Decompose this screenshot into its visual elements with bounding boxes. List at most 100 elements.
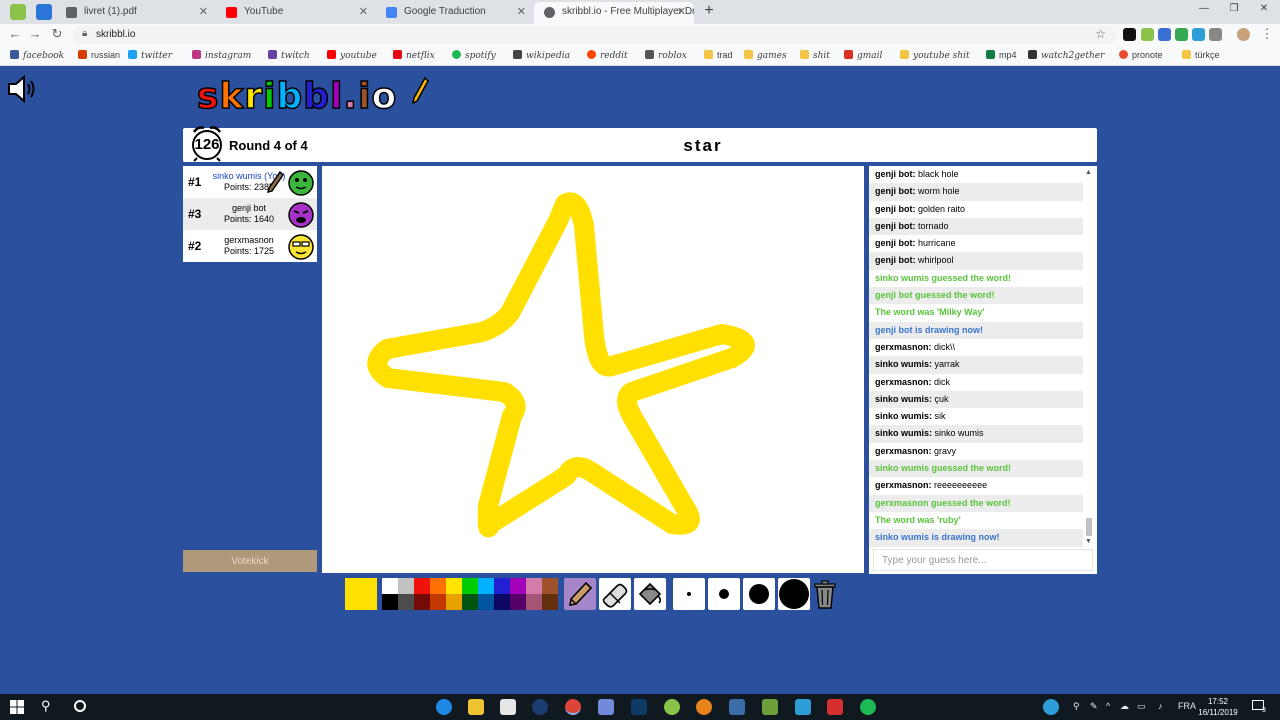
browser-tab[interactable]: YouTube ✕ — [216, 2, 376, 24]
color-swatch[interactable] — [478, 578, 494, 594]
bookmark-twitch[interactable]: twitch — [268, 50, 310, 61]
tray-chevron-icon[interactable]: ^ — [1106, 701, 1110, 711]
brush-size-medium[interactable] — [708, 578, 740, 610]
tray-cloud-icon[interactable]: ☁ — [1120, 701, 1129, 712]
chrome-icon[interactable] — [565, 699, 581, 715]
sound-toggle-icon[interactable] — [6, 74, 40, 104]
bookmark-star-icon[interactable]: ☆ — [1095, 27, 1106, 41]
address-bar[interactable]: 🔒︎ skribbl.io ☆ — [72, 26, 1116, 44]
bookmark-folder-youtube-shit[interactable]: youtube shit — [900, 50, 970, 61]
extension-icon[interactable] — [1192, 28, 1205, 41]
bookmark-youtube[interactable]: youtube — [327, 50, 377, 61]
menu-icon[interactable]: ⋮ — [1258, 26, 1276, 42]
discord-icon[interactable] — [598, 699, 614, 715]
votekick-button[interactable]: Votekick — [183, 550, 317, 572]
steam-icon[interactable] — [532, 699, 548, 715]
bookmark-watch2gether[interactable]: watch2gether — [1028, 50, 1104, 61]
scroll-up-icon[interactable]: ▲ — [1085, 169, 1092, 176]
new-tab-button[interactable]: + — [700, 2, 718, 20]
browser-tab-active[interactable]: skribbl.io - Free Multiplayer Drawing ✕ — [534, 2, 694, 24]
tray-volume-icon[interactable]: ♪ — [1158, 701, 1163, 711]
color-swatch[interactable] — [510, 594, 526, 610]
extension-icon[interactable] — [1158, 28, 1171, 41]
back-icon[interactable]: ← — [6, 26, 24, 41]
color-swatch[interactable] — [414, 578, 430, 594]
close-window-icon[interactable]: ✕ — [1254, 3, 1274, 14]
color-swatch[interactable] — [478, 594, 494, 610]
spotify-icon[interactable] — [860, 699, 876, 715]
windows-start-icon[interactable] — [10, 700, 24, 714]
eraser-tool[interactable] — [599, 578, 631, 610]
color-swatch[interactable] — [398, 578, 414, 594]
search-icon[interactable]: ⚲ — [41, 698, 51, 714]
close-tab-icon[interactable]: ✕ — [199, 2, 208, 22]
color-swatch[interactable] — [526, 594, 542, 610]
color-swatch[interactable] — [462, 594, 478, 610]
tray-app-icon[interactable] — [1043, 699, 1059, 715]
color-swatch[interactable] — [382, 594, 398, 610]
brush-size-small[interactable] — [673, 578, 705, 610]
color-swatch[interactable] — [494, 578, 510, 594]
tray-network-icon[interactable]: ▭ — [1137, 701, 1146, 712]
pinned-tab-icon[interactable] — [36, 4, 52, 20]
minimize-icon[interactable]: — — [1194, 3, 1214, 14]
bookmark-pronote[interactable]: pronote — [1119, 50, 1163, 60]
bookmark-russian[interactable]: russian — [78, 50, 120, 60]
app-icon[interactable] — [795, 699, 811, 715]
brush-size-xlarge[interactable] — [778, 578, 810, 610]
extension-icon[interactable] — [1123, 28, 1136, 41]
app-icon[interactable] — [664, 699, 680, 715]
app-icon[interactable] — [631, 699, 647, 715]
bookmark-wikipedia[interactable]: wikipedia — [513, 50, 570, 61]
close-tab-icon[interactable]: ✕ — [359, 2, 368, 22]
bookmark-folder-trad[interactable]: trad — [704, 50, 733, 60]
bookmark-folder-shit[interactable]: shit — [800, 50, 830, 61]
drawing-canvas[interactable] — [322, 166, 864, 573]
brush-size-large[interactable] — [743, 578, 775, 610]
guess-input[interactable] — [873, 549, 1093, 571]
restore-icon[interactable]: ❐ — [1224, 3, 1244, 14]
bookmark-instagram[interactable]: instagram — [192, 50, 251, 61]
minecraft-icon[interactable] — [762, 699, 778, 715]
color-swatch[interactable] — [414, 594, 430, 610]
cortana-icon[interactable] — [74, 700, 86, 712]
bookmark-reddit[interactable]: reddit — [587, 50, 628, 61]
color-swatch[interactable] — [526, 578, 542, 594]
pinned-tab-icon[interactable] — [10, 4, 26, 20]
browser-tab[interactable]: livret (1).pdf ✕ — [56, 2, 216, 24]
reload-icon[interactable]: ↻ — [48, 26, 66, 42]
profile-avatar[interactable] — [1237, 28, 1250, 41]
close-tab-icon[interactable]: ✕ — [677, 2, 686, 22]
pencil-tool[interactable] — [564, 578, 596, 610]
store-icon[interactable] — [500, 699, 516, 715]
player-row[interactable]: #3 genji bot Points: 1640 — [183, 198, 317, 230]
bookmark-folder-games[interactable]: games — [744, 50, 787, 61]
tray-pen-icon[interactable]: ✎ — [1090, 701, 1098, 712]
extension-icon[interactable] — [1209, 28, 1222, 41]
fill-tool[interactable] — [634, 578, 666, 610]
edge-icon[interactable] — [436, 699, 452, 715]
close-tab-icon[interactable]: ✕ — [517, 2, 526, 22]
color-swatch[interactable] — [542, 594, 558, 610]
color-swatch[interactable] — [446, 594, 462, 610]
color-swatch[interactable] — [430, 594, 446, 610]
system-clock[interactable]: 17:52 16/11/2019 — [1196, 696, 1240, 718]
file-explorer-icon[interactable] — [468, 699, 484, 715]
player-row[interactable]: #2 gerxmasnon Points: 1725 — [183, 230, 317, 262]
extension-icon[interactable] — [1141, 28, 1154, 41]
chat-scrollbar[interactable]: ▲ ▼ — [1083, 166, 1095, 548]
color-swatch[interactable] — [398, 594, 414, 610]
color-swatch[interactable] — [430, 578, 446, 594]
color-swatch[interactable] — [510, 578, 526, 594]
color-swatch[interactable] — [542, 578, 558, 594]
browser-tab[interactable]: Google Traduction ✕ — [376, 2, 534, 24]
scroll-down-icon[interactable]: ▼ — [1085, 538, 1092, 545]
tray-people-icon[interactable]: ⚲ — [1073, 701, 1080, 712]
bookmark-gmail[interactable]: gmail — [844, 50, 882, 61]
bookmark-roblox[interactable]: roblox — [645, 50, 687, 61]
player-row[interactable]: #1 sinko wumis (You) Points: 2385 — [183, 166, 317, 198]
bookmark-facebook[interactable]: facebook — [10, 50, 64, 61]
input-language[interactable]: FRA — [1178, 701, 1196, 711]
bookmark-mp4[interactable]: mp4 — [986, 50, 1017, 60]
color-swatch[interactable] — [446, 578, 462, 594]
